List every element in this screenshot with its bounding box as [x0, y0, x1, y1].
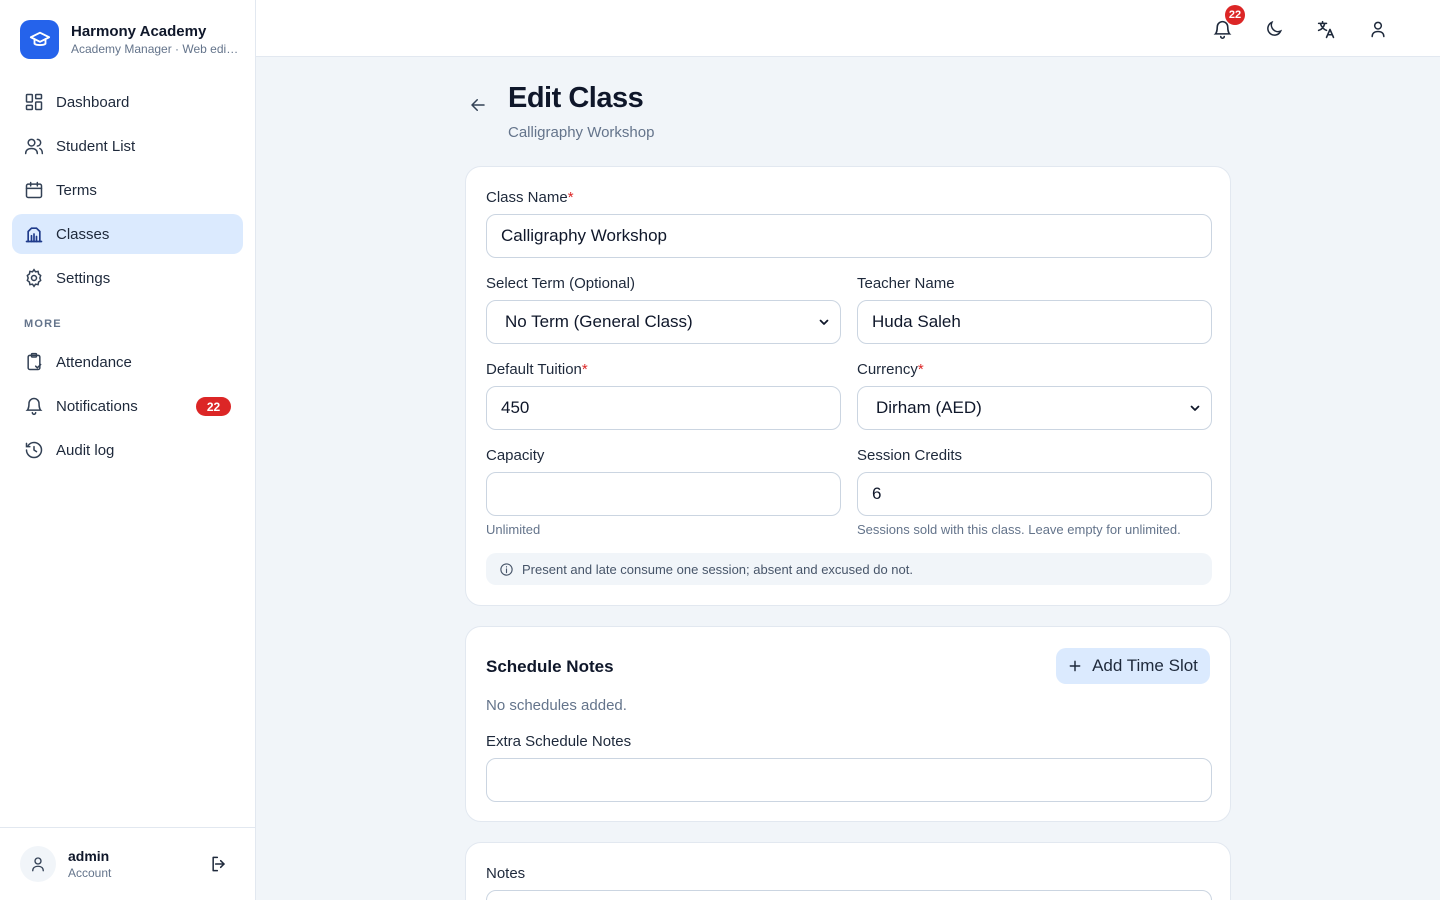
users-icon	[24, 136, 44, 156]
history-icon	[24, 440, 44, 460]
add-time-slot-label: Add Time Slot	[1092, 656, 1198, 675]
notes-input[interactable]	[486, 890, 1212, 900]
sidebar-item-label: Notifications	[56, 397, 138, 415]
capacity-label: Capacity	[486, 447, 545, 464]
session-credits-hint: Sessions sold with this class. Leave emp…	[857, 522, 1181, 537]
class-name-input[interactable]	[486, 214, 1212, 258]
bell-icon	[24, 396, 44, 416]
logout-icon[interactable]	[209, 854, 229, 879]
moon-icon	[1267, 20, 1283, 36]
schedule-title: Schedule Notes	[486, 657, 614, 676]
currency-select-value: Dirham (AED)	[876, 398, 982, 417]
graduation-cap-icon	[20, 20, 59, 59]
tuition-label: Default Tuition*	[486, 361, 588, 378]
sidebar-item-terms[interactable]: Terms	[12, 170, 243, 210]
sidebar-nav: Dashboard Student List Terms Classes Set…	[12, 82, 243, 474]
building-icon	[24, 224, 44, 244]
sidebar-item-settings[interactable]: Settings	[12, 258, 243, 298]
profile-button[interactable]	[1363, 14, 1393, 44]
info-icon	[500, 562, 513, 576]
page-subtitle: Calligraphy Workshop	[508, 124, 655, 141]
top-bar: 22	[256, 0, 1440, 57]
notes-card: Notes	[465, 842, 1231, 900]
language-button[interactable]	[1311, 14, 1341, 44]
sidebar-item-label: Dashboard	[56, 93, 130, 111]
capacity-hint: Unlimited	[486, 522, 541, 537]
account-panel: admin Account	[0, 827, 255, 900]
avatar[interactable]	[20, 846, 56, 882]
sidebar-section-more: MORE	[24, 318, 62, 330]
session-credits-label: Session Credits	[857, 447, 963, 464]
sidebar-item-notifications[interactable]: Notifications 22	[12, 386, 243, 426]
extra-schedule-notes-label: Extra Schedule Notes	[486, 733, 632, 750]
gear-icon	[24, 268, 44, 288]
arrow-left-icon	[471, 99, 485, 111]
back-button[interactable]	[467, 94, 489, 116]
sidebar-item-attendance[interactable]: Attendance	[12, 342, 243, 382]
info-note: Present and late consume one session; ab…	[486, 553, 1212, 585]
dashboard-icon	[24, 92, 44, 112]
sidebar: Harmony Academy Academy Manager · Web ed…	[0, 0, 256, 900]
sidebar-item-audit-log[interactable]: Audit log	[12, 430, 243, 470]
sidebar-item-label: Terms	[56, 181, 97, 199]
brand[interactable]: Harmony Academy Academy Manager · Web ed…	[20, 20, 239, 59]
no-schedules-text: No schedules added.	[486, 697, 627, 714]
extra-schedule-notes-input[interactable]	[486, 758, 1212, 802]
page-title: Edit Class	[508, 82, 644, 114]
chevron-down-icon	[1190, 405, 1200, 411]
sidebar-item-dashboard[interactable]: Dashboard	[12, 82, 243, 122]
account-name: admin	[68, 848, 110, 864]
translate-icon	[1317, 20, 1334, 38]
schedule-card: Schedule Notes Add Time Slot No schedule…	[465, 626, 1231, 822]
session-credits-input[interactable]	[857, 472, 1212, 516]
account-role: Account	[68, 866, 112, 880]
class-name-label: Class Name*	[486, 189, 574, 206]
class-details-card: Class Name* Select Term (Optional) No Te…	[465, 166, 1231, 606]
brand-name: Harmony Academy	[71, 22, 207, 40]
sidebar-item-label: Student List	[56, 137, 136, 155]
term-select[interactable]: No Term (General Class)	[486, 300, 841, 344]
sidebar-item-label: Classes	[56, 225, 110, 243]
brand-subtitle: Academy Manager · Web edition	[71, 41, 239, 56]
calendar-icon	[24, 180, 44, 200]
capacity-input[interactable]	[486, 472, 841, 516]
currency-select[interactable]: Dirham (AED)	[857, 386, 1212, 430]
currency-label: Currency*	[857, 361, 924, 378]
sidebar-item-classes[interactable]: Classes	[12, 214, 243, 254]
teacher-name-label: Teacher Name	[857, 275, 955, 292]
term-label: Select Term (Optional)	[486, 275, 635, 292]
add-time-slot-button[interactable]: Add Time Slot	[1056, 648, 1210, 684]
clipboard-icon	[24, 352, 44, 372]
info-note-text: Present and late consume one session; ab…	[522, 561, 913, 577]
sidebar-item-student-list[interactable]: Student List	[12, 126, 243, 166]
notes-label: Notes	[486, 865, 526, 882]
notification-count-badge: 22	[1225, 5, 1245, 25]
sidebar-item-label: Audit log	[56, 441, 115, 459]
term-select-value: No Term (General Class)	[505, 312, 693, 331]
notifications-badge: 22	[196, 397, 231, 416]
sidebar-item-label: Settings	[56, 269, 111, 287]
teacher-name-input[interactable]	[857, 300, 1212, 344]
plus-icon	[1069, 660, 1081, 672]
chevron-down-icon	[819, 319, 829, 325]
theme-toggle-button[interactable]	[1259, 14, 1289, 44]
user-icon	[1371, 21, 1385, 38]
tuition-input[interactable]	[486, 386, 841, 430]
sidebar-item-label: Attendance	[56, 353, 132, 371]
